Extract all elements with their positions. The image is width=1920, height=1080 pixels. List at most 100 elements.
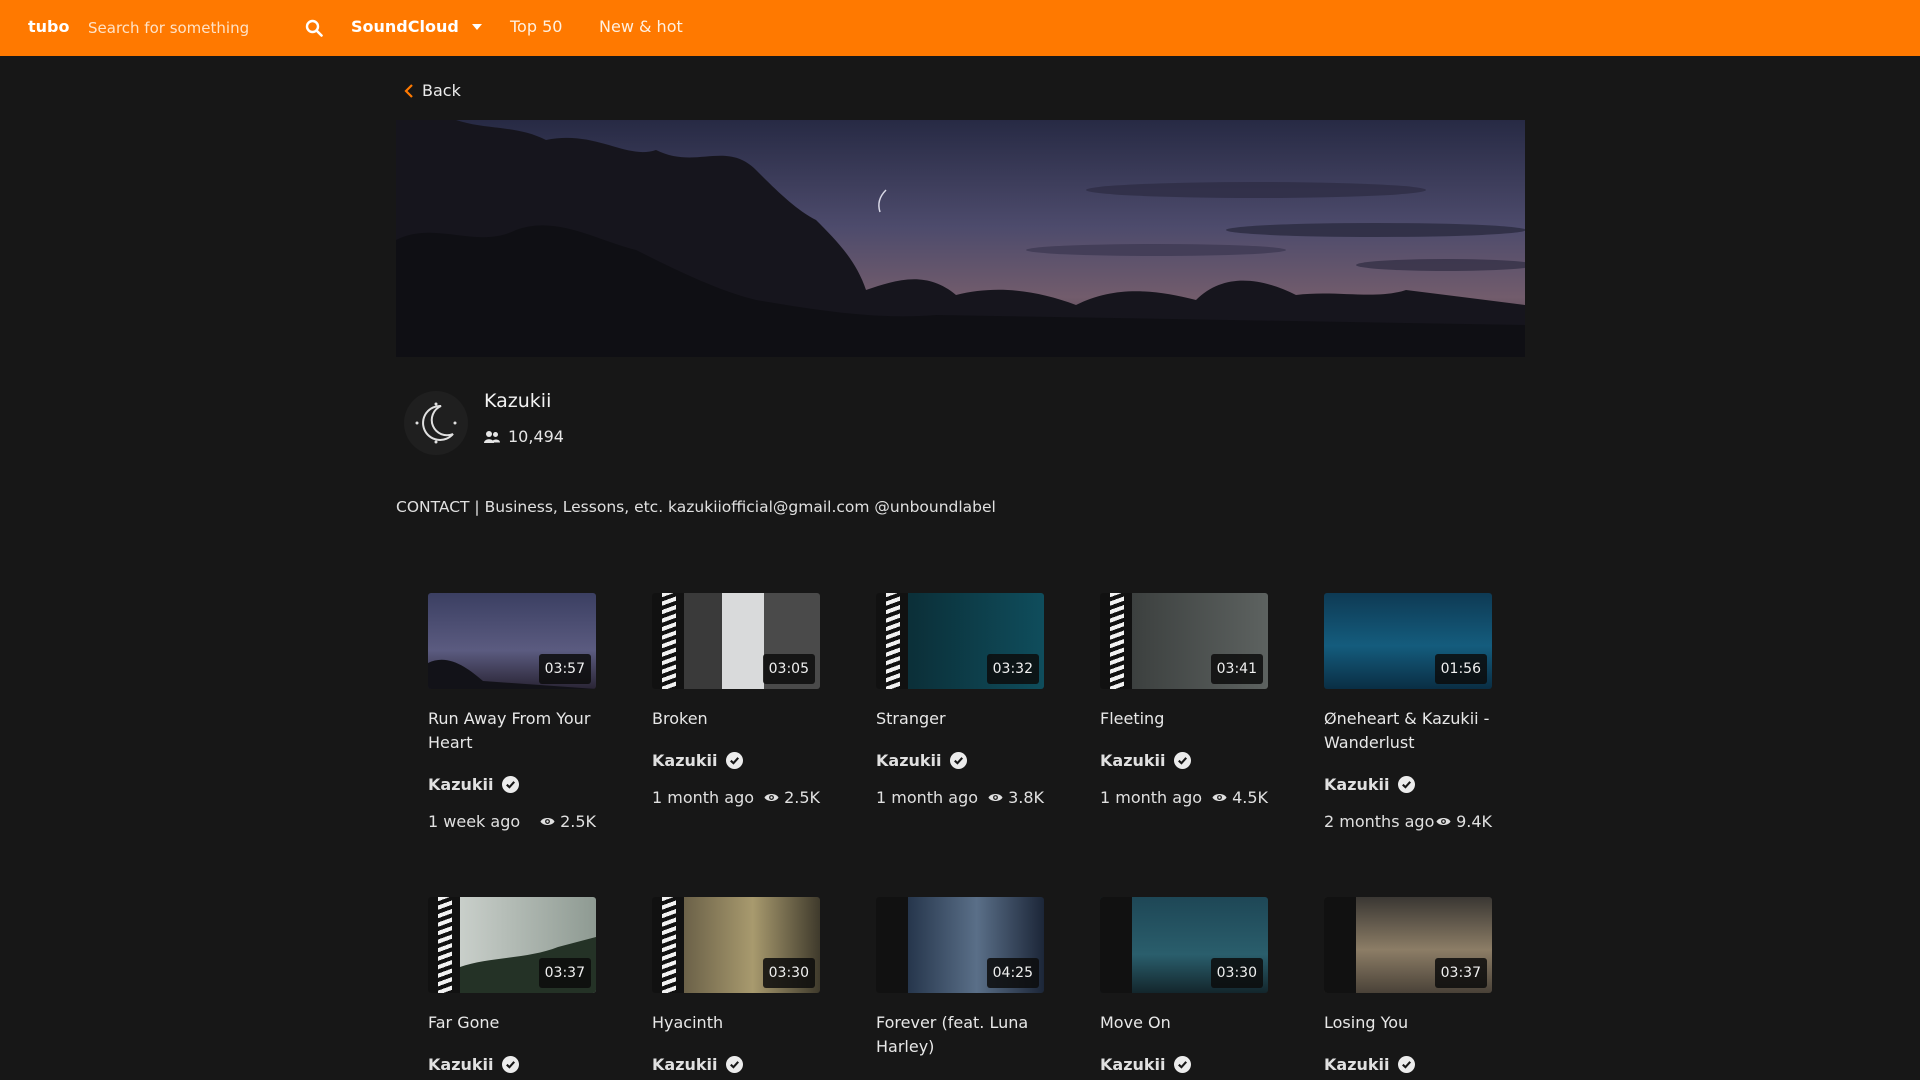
track-age: 1 month ago [876,788,979,807]
track-meta: 2 months ago 9.4K [1324,812,1492,831]
track-artist-name: Kazukii [876,751,942,770]
track-card[interactable]: 03:32 Stranger Kazukii 1 month ago 3.8K [876,593,1044,807]
track-duration: 03:32 [986,654,1039,684]
channel-banner [396,120,1525,357]
track-card[interactable]: 03:57 Run Away From Your Heart Kazukii 1… [428,593,596,831]
track-artist-name: Kazukii [1100,751,1166,770]
track-views: 9.4K [1436,812,1492,831]
track-meta: 1 month ago 2.5K [652,788,820,807]
thumbnail-sidebar [1100,897,1132,993]
track-artist-name: Kazukii [652,1055,718,1074]
track-title: Øneheart & Kazukii - Wanderlust [1324,709,1490,752]
track-artist: Kazukii [876,751,1044,770]
track-artist-name: Kazukii [428,775,494,794]
track-duration: 03:05 [762,654,815,684]
search-icon [305,19,323,37]
track-views-value: 4.5K [1232,788,1268,807]
verified-icon [949,752,967,769]
track-title: Broken [652,709,708,728]
track-artist-name: Kazukii [652,751,718,770]
verified-icon [501,776,519,793]
track-artist: Kazukii [652,751,820,770]
search-input[interactable] [76,12,316,44]
verified-icon [501,1056,519,1073]
track-views: 2.5K [540,812,596,831]
track-card[interactable]: 01:56 Øneheart & Kazukii - Wanderlust Ka… [1324,593,1492,831]
track-views-value: 2.5K [784,788,820,807]
track-age: 1 month ago [652,788,755,807]
caret-down-icon [471,23,482,30]
eye-icon [1212,793,1227,802]
stripe-decoration [662,897,676,993]
track-duration: 04:25 [986,958,1039,988]
verified-icon [1397,1056,1415,1073]
verified-icon [1173,752,1191,769]
service-selector[interactable]: SoundCloud [351,17,483,36]
track-thumbnail: 03:57 [428,593,596,689]
track-views: 4.5K [1212,788,1268,807]
track-duration: 03:30 [1210,958,1263,988]
track-card[interactable]: 03:37 Losing You Kazukii [1324,897,1492,1074]
track-thumbnail: 04:25 [876,897,1044,993]
track-views: 2.5K [764,788,820,807]
track-artist: Kazukii [1100,751,1268,770]
verified-icon [1397,776,1415,793]
track-thumbnail: 03:37 [428,897,596,993]
verified-icon [1173,1056,1191,1073]
track-thumbnail: 01:56 [1324,593,1492,689]
stripe-decoration [438,897,452,993]
track-meta: 1 month ago 3.8K [876,788,1044,807]
track-artist: Kazukii [1324,1055,1492,1074]
track-artist-name: Kazukii [428,1055,494,1074]
track-artist: Kazukii [652,1055,820,1074]
channel-description: CONTACT | Business, Lessons, etc. kazuki… [396,498,996,516]
track-card[interactable]: 03:05 Broken Kazukii 1 month ago 2.5K [652,593,820,807]
track-artist-name: Kazukii [1100,1055,1166,1074]
track-card[interactable]: 03:30 Hyacinth Kazukii [652,897,820,1074]
channel-avatar [404,391,468,455]
track-thumbnail: 03:30 [652,897,820,993]
track-duration: 03:57 [538,654,591,684]
track-meta: 1 month ago 4.5K [1100,788,1268,807]
banner-image [396,120,1525,357]
back-button[interactable]: Back [404,81,461,100]
track-duration: 01:56 [1434,654,1487,684]
track-card[interactable]: 03:41 Fleeting Kazukii 1 month ago 4.5K [1100,593,1268,807]
track-views-value: 3.8K [1008,788,1044,807]
follower-count: 10,494 [484,427,564,446]
nav-top50[interactable]: Top 50 [510,17,562,36]
track-title: Forever (feat. Luna Harley) [876,1013,1029,1056]
eye-icon [764,793,779,802]
moon-logo-icon [415,402,457,444]
eye-icon [988,793,1003,802]
channel-name: Kazukii [484,390,552,412]
track-duration: 03:37 [538,958,591,988]
track-artist-name: Kazukii [1324,1055,1390,1074]
track-artist-name: Kazukii [1324,775,1390,794]
track-duration: 03:37 [1434,958,1487,988]
track-card[interactable]: 03:37 Far Gone Kazukii [428,897,596,1074]
stripe-decoration [886,593,900,689]
track-age: 2 months ago [1324,812,1435,831]
track-title: Far Gone [428,1013,500,1032]
eye-icon [540,817,555,826]
track-age: 1 week ago [428,812,521,831]
track-age: 1 month ago [1100,788,1203,807]
track-artist: Kazukii [1100,1055,1268,1074]
track-thumbnail: 03:37 [1324,897,1492,993]
search-button[interactable] [300,14,328,42]
track-card[interactable]: 04:25 Forever (feat. Luna Harley) [876,897,1044,1059]
track-artist: Kazukii [428,775,596,794]
nav-new-hot[interactable]: New & hot [599,17,683,36]
track-views-value: 2.5K [560,812,596,831]
track-title: Losing You [1324,1013,1409,1032]
track-title: Hyacinth [652,1013,724,1032]
thumbnail-sidebar [1324,897,1356,993]
track-artist: Kazukii [428,1055,596,1074]
users-icon [484,430,500,443]
track-views: 3.8K [988,788,1044,807]
track-artist: Kazukii [1324,775,1492,794]
app-logo[interactable]: tubo [28,17,69,36]
verified-icon [725,752,743,769]
track-card[interactable]: 03:30 Move On Kazukii [1100,897,1268,1074]
